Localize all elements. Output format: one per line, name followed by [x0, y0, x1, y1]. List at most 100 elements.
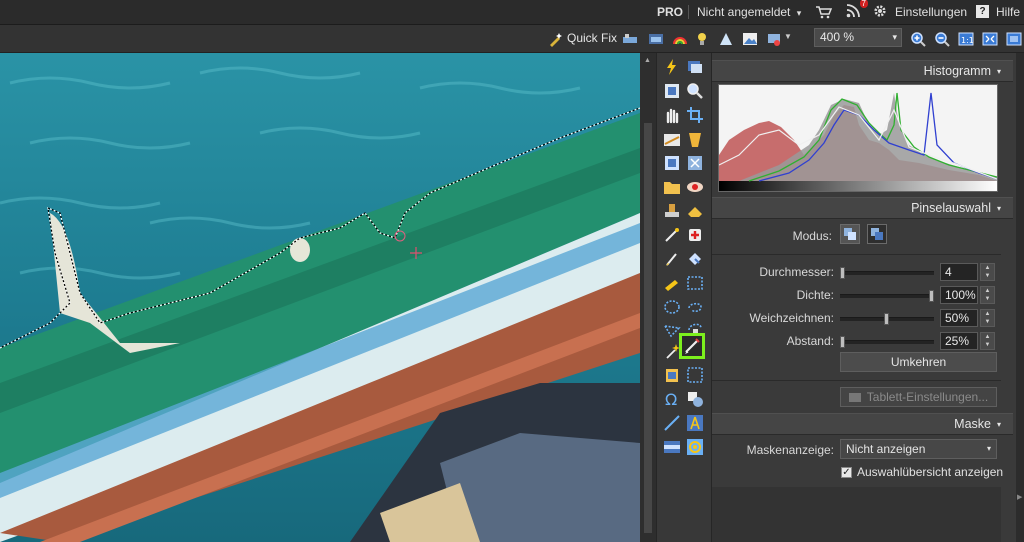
lasso-icon[interactable] [686, 298, 704, 316]
magic-brush-icon[interactable] [663, 226, 681, 244]
selection-overview-checkbox[interactable]: ✓ [841, 467, 852, 478]
selection-brush-tool[interactable] [679, 333, 705, 359]
gradient-icon[interactable] [663, 438, 681, 456]
landscape-icon[interactable] [742, 31, 758, 47]
diameter-stepper[interactable]: ▲ ▼ [980, 263, 995, 281]
histogram-title: Histogramm [923, 64, 991, 78]
transform-select-icon[interactable] [686, 366, 704, 384]
mask-display-label: Maskenanzeige: [746, 443, 834, 457]
diameter-slider[interactable] [840, 267, 934, 279]
adjust-icon[interactable] [622, 31, 638, 47]
settings-link[interactable]: Einstellungen [895, 4, 967, 20]
levels-icon[interactable] [718, 31, 734, 47]
image-canvas[interactable] [0, 53, 640, 542]
selection-overview-label: Auswahlübersicht anzeigen [857, 465, 1004, 479]
crop-frame-icon[interactable] [663, 82, 681, 100]
scrollbar-thumb[interactable] [644, 123, 652, 533]
divider [712, 380, 1001, 381]
text-icon[interactable] [686, 414, 704, 432]
resize-icon[interactable] [663, 154, 681, 172]
brush-selection-title: Pinselauswahl [911, 201, 991, 215]
gear-icon[interactable] [873, 4, 887, 20]
clipboard-icon[interactable] [663, 366, 681, 384]
histogram-header[interactable]: Histogramm ▾ [712, 60, 1013, 82]
hand-icon[interactable] [663, 106, 681, 124]
help-link[interactable]: Hilfe [996, 4, 1020, 20]
feather-slider[interactable] [840, 313, 934, 325]
zoom-out-icon[interactable] [934, 31, 950, 47]
fit-screen-icon[interactable] [982, 31, 998, 47]
scroll-up-icon[interactable]: ▲ [644, 57, 651, 64]
folder-icon[interactable] [663, 178, 681, 196]
cart-icon[interactable] [815, 4, 833, 20]
zoom-dropdown[interactable]: 400 % ▾ [814, 28, 902, 47]
mask-header[interactable]: Maske ▾ [712, 413, 1013, 435]
chevron-right-icon[interactable]: ▶ [1017, 493, 1022, 501]
density-field[interactable]: 100% [940, 286, 978, 304]
mask-display-dropdown[interactable]: Nicht anzeigen ▾ [840, 439, 997, 459]
density-stepper[interactable]: ▲ ▼ [980, 286, 995, 304]
crop-icon[interactable] [686, 106, 704, 124]
quick-fix-button[interactable]: Quick Fix [567, 31, 617, 45]
density-slider[interactable] [840, 290, 934, 302]
fill-bucket-icon[interactable] [686, 250, 704, 268]
batch-icon[interactable] [686, 58, 704, 76]
rss-icon[interactable]: 7 [846, 0, 868, 20]
svg-text:1:1: 1:1 [961, 36, 974, 45]
chevron-down-icon: ▾ [892, 32, 897, 42]
selection-brush-icon [685, 338, 700, 354]
heal-icon[interactable] [686, 226, 704, 244]
rainbow-icon[interactable] [672, 31, 688, 47]
mode-subtract-button[interactable] [867, 224, 887, 244]
panel-scrollbar[interactable]: ▶ [1016, 53, 1024, 542]
shapes-icon[interactable] [686, 390, 704, 408]
feather-slider-knob[interactable] [884, 313, 889, 325]
straighten-icon[interactable] [663, 131, 681, 149]
feather-field[interactable]: 50% [940, 309, 978, 327]
zoom-in-icon[interactable] [910, 31, 926, 47]
spiral-icon[interactable] [686, 438, 704, 456]
spacing-field[interactable]: 25% [940, 332, 978, 350]
chevron-down-icon: ▾ [996, 67, 1001, 76]
quick-fix-tool-icon[interactable] [663, 58, 681, 76]
symbol-icon[interactable]: Ω [663, 390, 681, 408]
canvas-scrollbar[interactable]: ▲ [640, 53, 656, 542]
ellipse-select-icon[interactable] [663, 298, 681, 316]
brush-icon[interactable] [663, 250, 681, 268]
spacing-label: Abstand: [786, 334, 834, 348]
line-icon[interactable] [663, 414, 681, 432]
chevron-down-icon[interactable]: ▼ [784, 32, 794, 48]
pro-label: PRO [657, 5, 684, 19]
pencil-icon[interactable] [663, 274, 681, 292]
fullscreen-icon[interactable] [1006, 31, 1022, 47]
spacing-slider-knob[interactable] [840, 336, 845, 348]
stamp-icon[interactable] [663, 202, 681, 220]
mode-subtract-icon [871, 228, 883, 240]
spacing-stepper[interactable]: ▲ ▼ [980, 332, 995, 350]
feather-stepper[interactable]: ▲ ▼ [980, 309, 995, 327]
search-icon[interactable] [686, 82, 704, 100]
color-fill-icon[interactable] [766, 31, 782, 47]
spacing-slider[interactable] [840, 336, 934, 348]
photo-view [0, 53, 640, 542]
eraser-icon[interactable] [686, 202, 704, 220]
density-slider-knob[interactable] [929, 290, 934, 302]
diameter-slider-knob[interactable] [840, 267, 845, 279]
photo-icon[interactable] [648, 31, 664, 47]
properties-panel: Histogramm ▾ Pinselauswahl ▾ Modus: Durchm… [712, 53, 1016, 542]
rotate-icon[interactable] [686, 154, 704, 172]
perspective-icon[interactable] [686, 131, 704, 149]
diameter-field[interactable]: 4 [940, 263, 978, 281]
login-label: Nicht angemeldet [697, 5, 791, 19]
brush-selection-header[interactable]: Pinselauswahl ▾ [712, 197, 1013, 219]
login-menu[interactable]: Nicht angemeldet ▾ [697, 4, 801, 20]
red-eye-icon[interactable] [686, 178, 704, 196]
rect-select-icon[interactable] [686, 274, 704, 292]
mode-add-button[interactable] [840, 224, 860, 244]
tablet-settings-button[interactable]: Tablett-Einstellungen... [840, 387, 997, 407]
invert-button[interactable]: Umkehren [840, 352, 997, 372]
lightbulb-icon[interactable] [694, 31, 710, 47]
actual-size-icon[interactable]: 1:1 [958, 31, 974, 47]
help-icon[interactable]: ? [976, 5, 989, 18]
chevron-down-icon: ▾ [996, 420, 1001, 429]
